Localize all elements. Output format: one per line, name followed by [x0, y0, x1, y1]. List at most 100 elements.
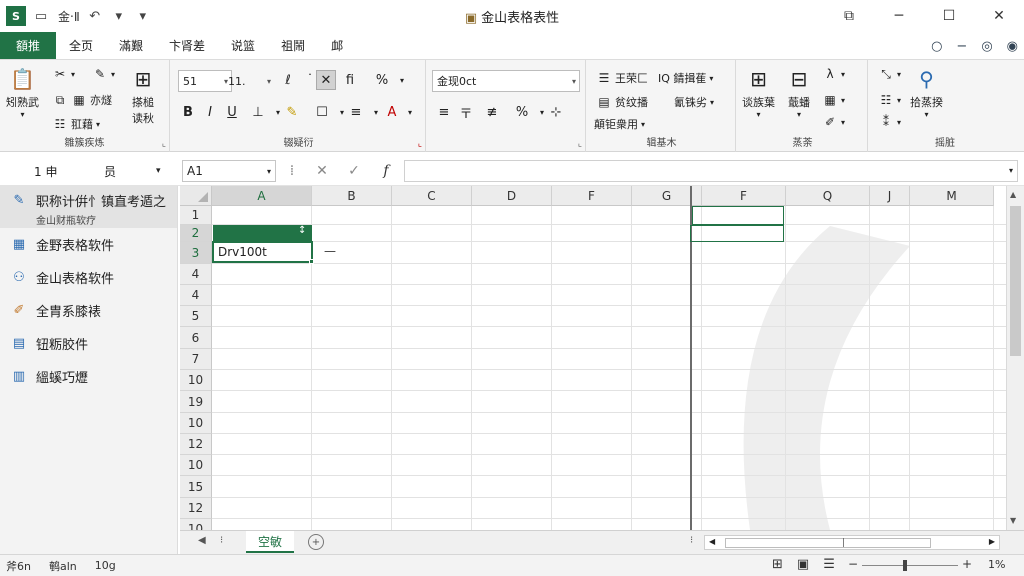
row-header[interactable]: 10: [180, 370, 212, 391]
text-color-icon[interactable]: A: [382, 102, 402, 122]
account-icon[interactable]: ◉: [1007, 39, 1018, 54]
more-button[interactable]: ⁑ ▾: [878, 114, 901, 130]
left-pane-item[interactable]: ✐ 全胄系膝裱: [0, 294, 177, 327]
tab-layout[interactable]: 卞肾差: [156, 32, 218, 59]
filter-button[interactable]: ☷ ▾: [878, 92, 901, 108]
row-header[interactable]: 6: [180, 327, 212, 349]
row-header[interactable]: 12: [180, 498, 212, 519]
font-size-select[interactable]: 11. ▾: [224, 70, 274, 92]
horizontal-scrollbar[interactable]: ◀ | ▶: [704, 535, 1000, 550]
minimize-icon[interactable]: ─: [874, 0, 924, 32]
column-header[interactable]: B: [312, 186, 392, 206]
column-header[interactable]: D: [472, 186, 552, 206]
undo-icon[interactable]: ↶: [86, 7, 104, 25]
format-small-button[interactable]: ⊞ 搽槌 读秋: [128, 64, 158, 126]
percent-format-icon[interactable]: %: [512, 102, 532, 122]
scrollbar-thumb[interactable]: |: [725, 538, 931, 548]
cell-style-button[interactable]: ▤ 贫纹播: [596, 94, 648, 110]
row-header[interactable]: 19: [180, 391, 212, 413]
tab-view[interactable]: 䘏: [318, 32, 356, 59]
column-header[interactable]: M: [910, 186, 994, 206]
ribbon-display-icon[interactable]: ⧉: [824, 0, 874, 32]
confirm-icon[interactable]: ✓: [344, 161, 364, 181]
column-header[interactable]: F: [552, 186, 632, 206]
column-header[interactable]: F: [702, 186, 786, 206]
scrollbar-thumb[interactable]: [1010, 206, 1021, 356]
scroll-left-icon[interactable]: ◀: [709, 537, 715, 546]
insert-cells-button[interactable]: ⊞ 谈族葉 ▾: [742, 64, 775, 119]
cut-button[interactable]: ✂ ▾: [52, 66, 75, 82]
fill-color-icon[interactable]: ✎: [282, 102, 302, 122]
next-sheet-icon[interactable]: ⁝: [220, 535, 223, 546]
dialog-launcher-icon[interactable]: ⌞: [162, 139, 166, 149]
highlight-icon[interactable]: ﬁ: [340, 70, 360, 90]
dialog-launcher-icon[interactable]: ⌞: [418, 139, 422, 149]
row-header[interactable]: 12: [180, 434, 212, 455]
tab-insert[interactable]: 滿艱: [106, 32, 156, 59]
conditional-format-button[interactable]: ☰ 王荣匚: [596, 70, 648, 86]
page-break-icon[interactable]: ☰: [823, 557, 835, 572]
tab-formulas[interactable]: 说篮: [218, 32, 268, 59]
left-pane-item[interactable]: ✎ 职称计倂忄镇直考遁之 金山财瓶软疗: [0, 186, 177, 228]
column-header[interactable]: Q: [786, 186, 870, 206]
formula-input[interactable]: ▾: [404, 160, 1018, 182]
row-header[interactable]: 10: [180, 519, 212, 530]
row-header[interactable]: 4: [180, 285, 212, 306]
column-header[interactable]: J: [870, 186, 910, 206]
align-right-icon[interactable]: ≢: [482, 102, 502, 122]
name-box[interactable]: A1 ▾: [182, 160, 276, 182]
clear-button[interactable]: ✐ ▾: [822, 114, 845, 130]
copy-button[interactable]: ⧉ ▦ 亦燧: [52, 92, 112, 108]
strikethrough-icon[interactable]: ⊥: [248, 102, 268, 122]
italic-button[interactable]: I: [200, 102, 220, 122]
file-tab[interactable]: 額推: [0, 32, 56, 59]
find-button[interactable]: ⚲ 拾蒸揆 ▾: [910, 64, 943, 119]
row-header[interactable]: 15: [180, 476, 212, 498]
row-header[interactable]: 10: [180, 413, 212, 434]
delete-cells-button[interactable]: ⊟ 蕺蟠 ▾: [784, 64, 814, 119]
dropdown-arrow-icon[interactable]: ↕: [298, 225, 306, 236]
chevron-down-icon[interactable]: ▾: [156, 158, 161, 184]
zoom-in-icon[interactable]: +: [962, 557, 972, 571]
bold-button[interactable]: B: [178, 102, 198, 122]
close-icon[interactable]: ✕: [974, 0, 1024, 32]
paste-button[interactable]: 📋 矧熟武 ▾: [6, 64, 39, 119]
styles-insert-button[interactable]: 氰铢劣 ▾: [674, 94, 714, 110]
dropdown-icon[interactable]: ▾: [110, 7, 128, 25]
zoom-out-icon[interactable]: −: [848, 557, 858, 571]
side-tab-2[interactable]: 员: [104, 158, 116, 184]
row-header[interactable]: 2: [180, 225, 212, 242]
merge-icon[interactable]: ≡: [346, 102, 366, 122]
dialog-launcher-icon[interactable]: ⌞: [578, 139, 582, 149]
row-header[interactable]: 10: [180, 455, 212, 476]
row-header[interactable]: 3: [180, 242, 212, 264]
save-icon[interactable]: ▭: [32, 7, 50, 25]
insert-function-icon[interactable]: f: [376, 161, 396, 181]
minus-icon[interactable]: −: [956, 39, 967, 54]
sum-button[interactable]: λ ▾: [822, 66, 845, 82]
column-header[interactable]: C: [392, 186, 472, 206]
font-color-icon[interactable]: ℓ: [278, 70, 298, 90]
zoom-slider[interactable]: [862, 565, 958, 566]
format-painter-button[interactable]: ✎ ▾: [92, 66, 115, 82]
column-header[interactable]: A: [212, 186, 312, 206]
styles-format-button[interactable]: 顛钜衆用 ▾: [594, 116, 645, 132]
help-icon[interactable]: ○: [931, 39, 942, 54]
add-sheet-icon[interactable]: +: [308, 534, 324, 550]
chevron-down-icon[interactable]: ▾: [400, 102, 420, 122]
tab-home[interactable]: 全页: [56, 32, 106, 59]
align-center-icon[interactable]: 〒: [456, 102, 476, 122]
underline-button[interactable]: U: [222, 102, 242, 122]
table-style-button[interactable]: IQ 錆揖萑 ▾: [658, 70, 713, 86]
vertical-scrollbar[interactable]: ▲ ▼: [1006, 186, 1024, 530]
cell-a3[interactable]: Drv100t: [212, 241, 313, 263]
number-format-select[interactable]: 金现0ct ▾: [432, 70, 580, 92]
sheet-grid[interactable]: ABCDFGFQJM 1 2 3 4 4 5 6 7 10 19 10 12 10 15 12 10 ↕ Dr…: [180, 186, 1006, 530]
select-all-corner[interactable]: [180, 186, 212, 206]
decimal-icon[interactable]: ⊹: [546, 102, 566, 122]
align-left-icon[interactable]: ≡: [434, 102, 454, 122]
cell-b3[interactable]: —: [324, 244, 336, 258]
more-options-icon[interactable]: ⁞: [282, 161, 302, 181]
clipboard-more-button[interactable]: ☷ 羾藉 ▾: [52, 116, 100, 132]
prev-sheet-icon[interactable]: ◀: [198, 535, 206, 546]
